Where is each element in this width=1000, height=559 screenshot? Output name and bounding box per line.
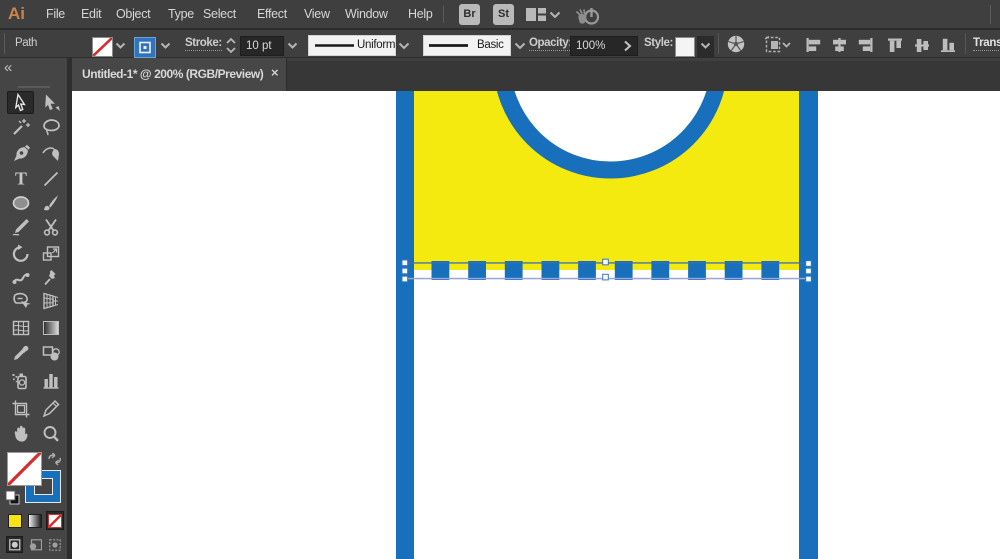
svg-text:T: T [15, 169, 27, 189]
